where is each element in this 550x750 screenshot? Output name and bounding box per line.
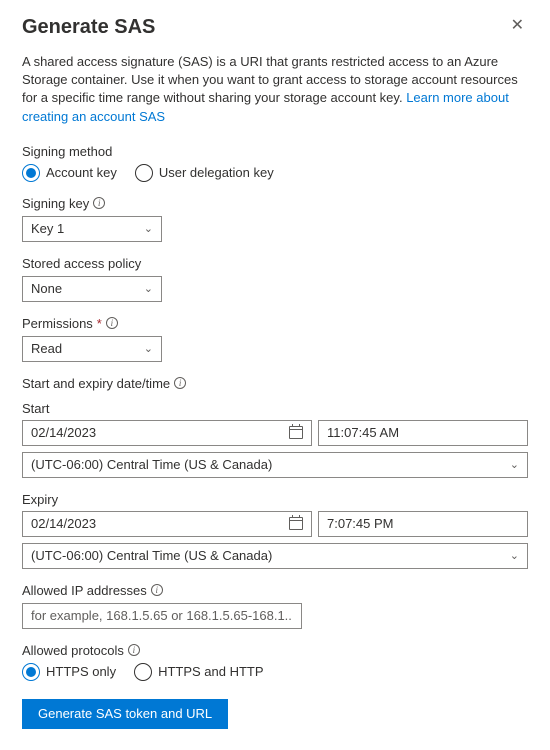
generate-button[interactable]: Generate SAS token and URL bbox=[22, 699, 228, 729]
expiry-time-input[interactable]: 7:07:45 PM bbox=[318, 511, 528, 537]
radio-icon bbox=[134, 663, 152, 681]
radio-label: User delegation key bbox=[159, 165, 274, 180]
permissions-label: Permissions bbox=[22, 316, 93, 331]
signing-key-select[interactable]: Key 1 ⌄ bbox=[22, 216, 162, 242]
signing-method-user-delegation[interactable]: User delegation key bbox=[135, 164, 274, 182]
stored-policy-label: Stored access policy bbox=[22, 256, 528, 271]
info-icon[interactable]: i bbox=[174, 377, 186, 389]
select-value: (UTC-06:00) Central Time (US & Canada) bbox=[31, 548, 272, 563]
time-value: 7:07:45 PM bbox=[327, 516, 394, 531]
select-value: None bbox=[31, 281, 62, 296]
radio-label: HTTPS and HTTP bbox=[158, 664, 263, 679]
start-timezone-select[interactable]: (UTC-06:00) Central Time (US & Canada) ⌄ bbox=[22, 452, 528, 478]
select-value: Key 1 bbox=[31, 221, 64, 236]
chevron-down-icon: ⌄ bbox=[144, 222, 153, 235]
close-button[interactable]: ✕ bbox=[507, 16, 528, 36]
allowed-ip-label: Allowed IP addresses bbox=[22, 583, 147, 598]
info-icon[interactable]: i bbox=[106, 317, 118, 329]
permissions-select[interactable]: Read ⌄ bbox=[22, 336, 162, 362]
protocol-https-and-http[interactable]: HTTPS and HTTP bbox=[134, 663, 263, 681]
select-value: (UTC-06:00) Central Time (US & Canada) bbox=[31, 457, 272, 472]
calendar-icon bbox=[289, 426, 303, 439]
signing-method-account-key[interactable]: Account key bbox=[22, 164, 117, 182]
required-indicator: * bbox=[97, 316, 102, 331]
date-value: 02/14/2023 bbox=[31, 425, 96, 440]
allowed-protocols-label: Allowed protocols bbox=[22, 643, 124, 658]
expiry-timezone-select[interactable]: (UTC-06:00) Central Time (US & Canada) ⌄ bbox=[22, 543, 528, 569]
info-icon[interactable]: i bbox=[128, 644, 140, 656]
signing-method-label: Signing method bbox=[22, 144, 528, 159]
expiry-label: Expiry bbox=[22, 492, 528, 507]
select-value: Read bbox=[31, 341, 62, 356]
signing-key-label: Signing key bbox=[22, 196, 89, 211]
chevron-down-icon: ⌄ bbox=[510, 458, 519, 471]
radio-icon bbox=[22, 663, 40, 681]
radio-icon bbox=[135, 164, 153, 182]
calendar-icon bbox=[289, 517, 303, 530]
info-icon[interactable]: i bbox=[151, 584, 163, 596]
start-date-input[interactable]: 02/14/2023 bbox=[22, 420, 312, 446]
description: A shared access signature (SAS) is a URI… bbox=[22, 53, 528, 126]
time-value: 11:07:45 AM bbox=[327, 425, 399, 440]
datetime-heading: Start and expiry date/time bbox=[22, 376, 170, 391]
protocol-https-only[interactable]: HTTPS only bbox=[22, 663, 116, 681]
panel-title: Generate SAS bbox=[22, 16, 155, 39]
start-label: Start bbox=[22, 401, 528, 416]
radio-label: Account key bbox=[46, 165, 117, 180]
radio-icon bbox=[22, 164, 40, 182]
allowed-ip-input[interactable] bbox=[22, 603, 302, 629]
stored-policy-select[interactable]: None ⌄ bbox=[22, 276, 162, 302]
start-time-input[interactable]: 11:07:45 AM bbox=[318, 420, 528, 446]
chevron-down-icon: ⌄ bbox=[144, 282, 153, 295]
info-icon[interactable]: i bbox=[93, 197, 105, 209]
close-icon: ✕ bbox=[511, 17, 524, 34]
radio-label: HTTPS only bbox=[46, 664, 116, 679]
chevron-down-icon: ⌄ bbox=[510, 549, 519, 562]
chevron-down-icon: ⌄ bbox=[144, 342, 153, 355]
expiry-date-input[interactable]: 02/14/2023 bbox=[22, 511, 312, 537]
date-value: 02/14/2023 bbox=[31, 516, 96, 531]
